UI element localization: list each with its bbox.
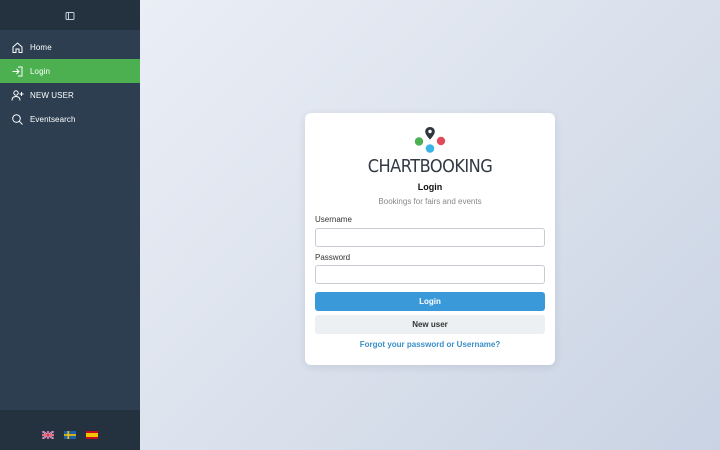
language-switcher	[0, 410, 140, 450]
username-field[interactable]	[315, 228, 545, 247]
sidebar-item-label: Login	[30, 66, 51, 76]
brand-name: CHARTBOOKING	[367, 156, 493, 177]
sidebar-toggle-icon[interactable]	[64, 9, 76, 21]
page-title: Login	[417, 182, 443, 192]
sidebar: Home Login NEW USER Eventsearch	[0, 0, 140, 450]
sidebar-item-new-user[interactable]: NEW USER	[0, 83, 140, 107]
sidebar-item-eventsearch[interactable]: Eventsearch	[0, 107, 140, 131]
sidebar-item-home[interactable]: Home	[0, 35, 140, 59]
login-icon	[11, 65, 24, 78]
sidebar-item-label: Eventsearch	[30, 114, 76, 124]
login-button[interactable]: Login	[315, 292, 545, 311]
chartbooking-logo-icon	[413, 126, 447, 154]
page-subtitle: Bookings for fairs and events	[378, 197, 482, 206]
password-label: Password	[315, 253, 351, 262]
sidebar-nav: Home Login NEW USER Eventsearch	[0, 35, 140, 131]
home-icon	[11, 41, 24, 54]
sidebar-item-login[interactable]: Login	[0, 59, 140, 83]
sidebar-item-label: NEW USER	[30, 90, 74, 100]
sweden-flag-icon[interactable]	[64, 426, 76, 439]
uk-flag-icon[interactable]	[41, 426, 55, 440]
add-user-icon	[11, 89, 24, 102]
new-user-button[interactable]: New user	[315, 315, 545, 334]
spain-flag-icon[interactable]	[86, 426, 98, 439]
password-field[interactable]	[315, 265, 545, 284]
login-card: CHARTBOOKING Login Bookings for fairs an…	[305, 113, 555, 365]
username-label: Username	[315, 215, 352, 224]
forgot-password-link[interactable]: Forgot your password or Username?	[305, 340, 555, 349]
search-icon	[11, 113, 24, 126]
sidebar-item-label: Home	[30, 42, 52, 52]
sidebar-header	[0, 0, 140, 30]
